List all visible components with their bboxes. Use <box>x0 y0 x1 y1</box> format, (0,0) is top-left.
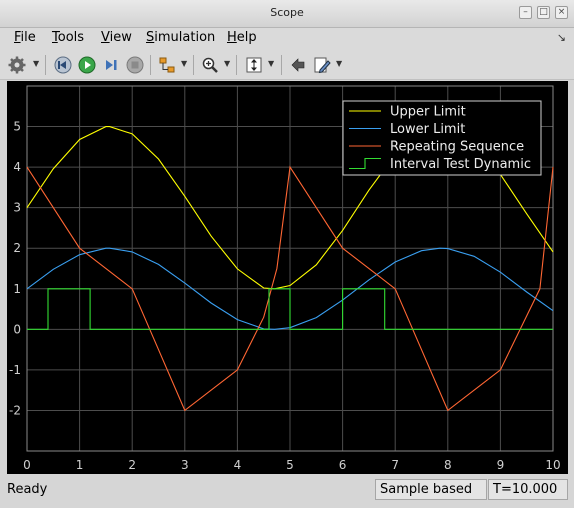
x-tick-label: 2 <box>128 458 136 472</box>
x-tick-label: 9 <box>497 458 505 472</box>
maximize-button[interactable]: □ <box>537 6 550 19</box>
legend-label: Repeating Sequence <box>390 140 524 155</box>
x-tick-label: 1 <box>76 458 84 472</box>
sample-mode-box: Sample based <box>375 479 487 500</box>
x-tick-label: 4 <box>234 458 242 472</box>
edit-dropdown-icon[interactable]: ▼ <box>336 59 342 68</box>
minimize-button[interactable]: – <box>519 6 532 19</box>
x-tick-label: 0 <box>23 458 31 472</box>
x-tick-label: 6 <box>339 458 347 472</box>
y-tick-label: 2 <box>13 241 21 255</box>
legend-label: Upper Limit <box>390 105 466 120</box>
toolbar-separator <box>236 55 237 75</box>
menu-help[interactable]: Help <box>227 30 257 45</box>
toolbar-separator <box>45 55 46 75</box>
window-titlebar: Scope – □ × <box>0 0 574 28</box>
menu-simulation[interactable]: Simulation <box>146 30 215 45</box>
menu-file[interactable]: File <box>14 30 36 45</box>
y-tick-label: 1 <box>13 282 21 296</box>
highlight-icon[interactable] <box>156 54 178 76</box>
x-tick-label: 5 <box>286 458 294 472</box>
y-tick-label: 3 <box>13 201 21 215</box>
zoom-in-icon[interactable] <box>199 54 221 76</box>
y-tick-label: -1 <box>9 363 21 377</box>
gear-dropdown-icon[interactable]: ▼ <box>33 59 39 68</box>
autoscale-dropdown-icon[interactable]: ▼ <box>268 59 274 68</box>
highlight-dropdown-icon[interactable]: ▼ <box>181 59 187 68</box>
toolbar-separator <box>193 55 194 75</box>
menu-tools[interactable]: Tools <box>52 30 84 45</box>
status-bar: Ready Sample based T=10.000 <box>0 478 574 508</box>
y-tick-label: 5 <box>13 120 21 134</box>
window-title: Scope <box>270 6 304 19</box>
scope-display[interactable]: 0 1 2 3 4 5 6 7 8 9 10 -2 -1 0 1 2 3 4 5 Upper Limit Lower L… <box>7 81 568 474</box>
x-tick-label: 8 <box>444 458 452 472</box>
x-tick-label: 10 <box>545 458 560 472</box>
legend-label: Lower Limit <box>390 122 465 137</box>
toolbar: ▼ ▼ ▼ ▼ ▼ <box>0 50 574 80</box>
gear-icon[interactable] <box>6 54 28 76</box>
x-tick-label: 7 <box>391 458 399 472</box>
toolbar-separator <box>281 55 282 75</box>
x-tick-label: 3 <box>181 458 189 472</box>
zoom-dropdown-icon[interactable]: ▼ <box>224 59 230 68</box>
step-forward-icon[interactable] <box>100 54 122 76</box>
autoscale-icon[interactable] <box>243 54 265 76</box>
close-button[interactable]: × <box>555 6 568 19</box>
series-line-interval-test-dynamic <box>27 288 553 330</box>
y-tick-label: -2 <box>9 403 21 417</box>
edit-icon[interactable] <box>311 54 333 76</box>
run-icon[interactable] <box>76 54 98 76</box>
restore-icon[interactable] <box>287 54 309 76</box>
undock-icon[interactable]: ↘ <box>557 31 566 44</box>
menu-bar: File Tools View Simulation Help ↘ <box>0 28 574 50</box>
simulation-time-box: T=10.000 <box>488 479 568 500</box>
legend-label: Interval Test Dynamic <box>390 157 531 172</box>
toolbar-separator <box>150 55 151 75</box>
y-tick-label: 0 <box>13 322 21 336</box>
status-text: Ready <box>7 482 48 497</box>
y-tick-label: 4 <box>13 160 21 174</box>
stop-icon[interactable] <box>124 54 146 76</box>
scope-plot[interactable]: 0 1 2 3 4 5 6 7 8 9 10 -2 -1 0 1 2 3 4 5 Upper Limit Lower L… <box>7 81 568 474</box>
step-back-icon[interactable] <box>52 54 74 76</box>
menu-view[interactable]: View <box>101 30 132 45</box>
